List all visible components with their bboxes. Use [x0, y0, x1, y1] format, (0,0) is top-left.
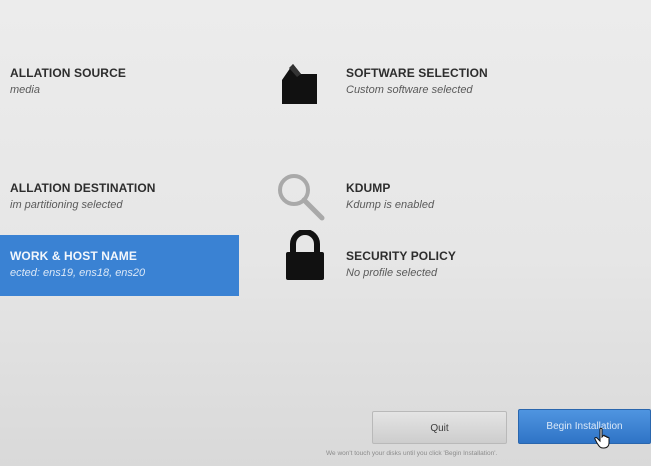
spoke-network-hostname[interactable]: WORK & HOST NAME ected: ens19, ens18, en…: [0, 235, 239, 296]
spoke-status: media: [10, 84, 40, 96]
spoke-kdump[interactable]: KDUMP Kdump is enabled: [346, 181, 434, 211]
spoke-title: SOFTWARE SELECTION: [346, 66, 488, 80]
padlock-icon[interactable]: [284, 229, 326, 287]
spoke-security-policy[interactable]: SECURITY POLICY No profile selected: [346, 249, 456, 279]
spoke-title: ALLATION DESTINATION: [10, 181, 156, 195]
magnifier-icon[interactable]: [272, 168, 328, 229]
spoke-title: SECURITY POLICY: [346, 249, 456, 263]
spoke-status: No profile selected: [346, 267, 438, 279]
spoke-title: KDUMP: [346, 181, 391, 195]
spoke-title: ALLATION SOURCE: [10, 66, 126, 80]
mouse-cursor-icon: [594, 427, 612, 454]
quit-button[interactable]: Quit: [372, 411, 507, 444]
spoke-software-selection[interactable]: SOFTWARE SELECTION Custom software selec…: [346, 66, 488, 96]
spoke-status: Custom software selected: [346, 84, 473, 96]
spoke-status: im partitioning selected: [10, 199, 123, 211]
begin-installation-button[interactable]: Begin Installation: [518, 409, 651, 444]
spoke-status: ected: ens19, ens18, ens20: [10, 267, 146, 279]
package-icon[interactable]: [279, 58, 321, 111]
spoke-title: WORK & HOST NAME: [10, 249, 137, 263]
spoke-installation-destination[interactable]: ALLATION DESTINATION im partitioning sel…: [10, 181, 156, 211]
spoke-status: Kdump is enabled: [346, 199, 435, 211]
spoke-installation-source[interactable]: ALLATION SOURCE media: [10, 66, 126, 96]
